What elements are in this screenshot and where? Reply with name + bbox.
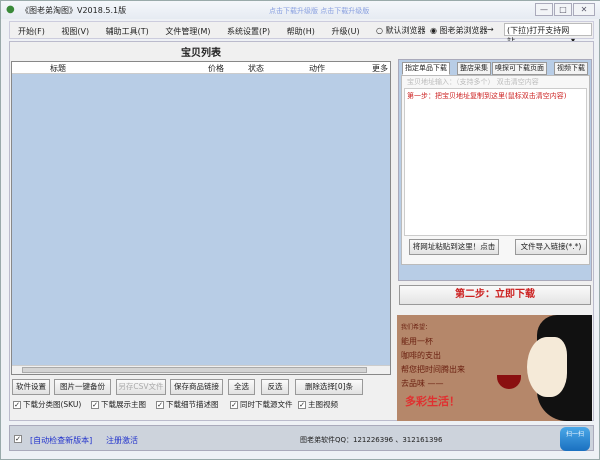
select-all-button[interactable]: 全选 [228, 379, 255, 395]
tab-single-download[interactable]: 指定单品下载 [402, 62, 450, 75]
minimize-button[interactable]: — [535, 3, 553, 16]
checkbox-source-files[interactable]: ✓ 同时下载源文件 [230, 399, 293, 410]
step1-text: 第一步：把宝贝地址复制到这里(鼠标双击清空内容) [407, 92, 567, 100]
checkbox-sku[interactable]: ✓ 下载分类图(SKU) [13, 399, 81, 410]
title-bar: ● 《图老弟淘图》V2018.5.1版 点击下载升级版 点击下载升级版 — □ … [1, 1, 600, 19]
checkbox-label: 下载细节描述图 [166, 400, 219, 409]
site-dropdown[interactable]: (下拉)打开支持网站▾ [504, 23, 592, 46]
invert-select-button[interactable]: 反选 [261, 379, 289, 395]
app-window: ● 《图老弟淘图》V2018.5.1版 点击下载升级版 点击下载升级版 — □ … [0, 0, 600, 460]
checkbox-label: 下载展示主图 [101, 400, 146, 409]
check-icon: ✓ [156, 401, 164, 409]
menu-files[interactable]: 文件管理(M) [165, 27, 210, 36]
menu-view[interactable]: 视图(V) [61, 27, 89, 36]
tab-video-download[interactable]: 视频下载 [554, 62, 588, 75]
menu-start[interactable]: 开始(F) [18, 27, 45, 36]
scan-label: 扫一扫 [565, 431, 584, 438]
check-icon: ✓ [91, 401, 99, 409]
col-action[interactable]: 动作 [309, 63, 325, 74]
menu-upgrade[interactable]: 升级(U) [331, 27, 359, 36]
browser-tld-label: 图老弟浏览器 [439, 26, 488, 35]
col-price[interactable]: 价格 [208, 63, 224, 74]
url-hint: 宝贝地址输入：（支持多个） 双击清空内容 [407, 78, 539, 86]
settings-button[interactable]: 软件设置 [12, 379, 50, 395]
auto-check-checkbox[interactable]: ✓ [14, 435, 22, 443]
woman-face-illustration [527, 337, 567, 397]
check-icon: ✓ [230, 401, 238, 409]
browser-default-label: 默认浏览器 [385, 26, 426, 35]
app-icon: ● [6, 4, 15, 15]
download-now-button[interactable]: 第二步：立即下载 [399, 285, 591, 305]
auto-check-link[interactable]: [自动检查新版本] [30, 435, 92, 446]
arrow-icon: → [487, 25, 494, 34]
check-icon: ✓ [13, 401, 21, 409]
col-more[interactable]: 更多 [372, 63, 388, 74]
delete-selected-button[interactable]: 删除选择[0]条 [295, 379, 363, 395]
coffee-cup-illustration [497, 375, 521, 389]
checkbox-detail-images[interactable]: ✓ 下载细节描述图 [156, 399, 219, 410]
list-title: 宝贝列表 [181, 48, 221, 59]
checkbox-label: 主图视频 [308, 400, 338, 409]
register-link[interactable]: 注册激活 [106, 435, 138, 446]
col-status[interactable]: 状态 [248, 63, 264, 74]
checkbox-label: 同时下载源文件 [240, 400, 293, 409]
save-links-button[interactable]: 保存商品链接 [170, 379, 223, 395]
list-header: 标题 价格 状态 动作 更多 [12, 62, 390, 74]
url-input[interactable]: 第一步：把宝贝地址复制到这里(鼠标双击清空内容) [404, 88, 587, 236]
item-list[interactable]: 标题 价格 状态 动作 更多 [11, 61, 391, 375]
menu-bar: 开始(F) 视图(V) 辅助工具(T) 文件管理(M) 系统设置(P) 帮助(H… [9, 21, 594, 46]
scrollbar-thumb[interactable] [22, 367, 367, 373]
tab-shop-collect[interactable]: 整店采集 [457, 62, 491, 75]
ad-text: 我们希望： 能用一杯 咖啡的支出 帮您把时间腾出来 去品味 —— [401, 321, 465, 391]
checkbox-video[interactable]: ✓ 主图视频 [298, 399, 338, 410]
qq-info: 图老弟软件QQ：121226396 、312161396 [300, 436, 443, 444]
close-button[interactable]: ✕ [573, 3, 595, 16]
ad-line: 去品味 —— [401, 379, 444, 388]
horizontal-scrollbar[interactable] [12, 365, 390, 374]
title-links[interactable]: 点击下载升级版 点击下载升级版 [269, 6, 369, 16]
col-title[interactable]: 标题 [50, 63, 66, 74]
save-csv-button: 另存CSV文件 [116, 379, 166, 395]
checkbox-label: 下载分类图(SKU) [23, 400, 82, 409]
menu-tools[interactable]: 辅助工具(T) [106, 27, 149, 36]
backup-images-button[interactable]: 图片一键备份 [54, 379, 111, 395]
ad-slogan: 多彩生活！ [405, 395, 460, 408]
ad-line: 我们希望： [401, 324, 432, 331]
ad-banner[interactable]: 我们希望： 能用一杯 咖啡的支出 帮您把时间腾出来 去品味 —— 多彩生活！ [397, 315, 592, 421]
paste-url-button[interactable]: 将网址粘贴到这里！点击 [409, 239, 499, 255]
status-bar: ✓ [自动检查新版本] 注册激活 图老弟软件QQ：121226396 、3121… [9, 425, 594, 451]
tab-sniff-pages[interactable]: 嗅探可下载页面 [492, 62, 547, 75]
scan-qr-button[interactable]: 扫一扫 [560, 427, 590, 451]
ad-line: 咖啡的支出 [401, 351, 441, 360]
menu-help[interactable]: 帮助(H) [287, 27, 315, 36]
import-file-button[interactable]: 文件导入链接(*.*) [515, 239, 587, 255]
checkbox-main-images[interactable]: ✓ 下载展示主图 [91, 399, 146, 410]
maximize-button[interactable]: □ [554, 3, 572, 16]
ad-line: 能用一杯 [401, 337, 433, 346]
window-title: 《图老弟淘图》V2018.5.1版 [21, 6, 127, 15]
menu-settings[interactable]: 系统设置(P) [227, 27, 270, 36]
url-panel: 宝贝地址输入：（支持多个） 双击清空内容 第一步：把宝贝地址复制到这里(鼠标双击… [401, 75, 590, 265]
ad-line: 帮您把时间腾出来 [401, 365, 465, 374]
check-icon: ✓ [298, 401, 306, 409]
